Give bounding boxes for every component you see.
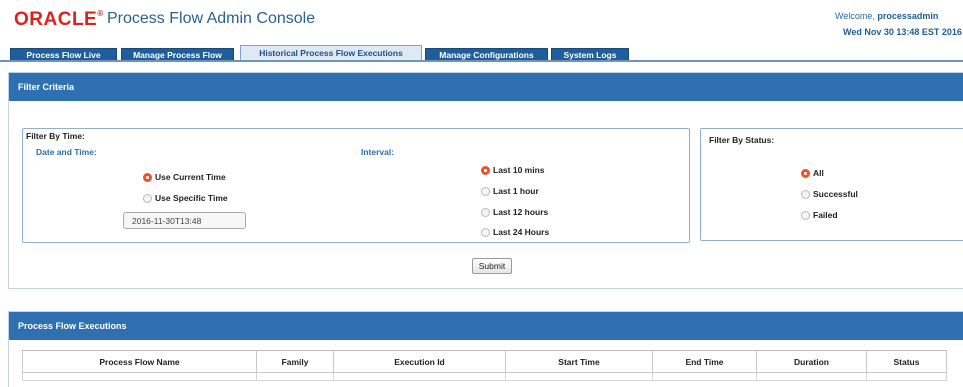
executions-table: Process Flow Name Family Execution Id St…: [22, 350, 947, 381]
interval-last-24-hours-radio[interactable]: Last 24 Hours: [481, 227, 549, 237]
welcome-prefix: Welcome,: [835, 11, 878, 21]
radio-unselected-icon[interactable]: [481, 207, 490, 217]
filter-by-status-group: Filter By Status: All Successful Failed: [700, 128, 963, 241]
interval-label: Interval:: [361, 147, 395, 157]
table-cell: [652, 372, 757, 381]
column-header-process-flow-name[interactable]: Process Flow Name: [22, 350, 257, 373]
app-title: Process Flow Admin Console: [107, 10, 316, 27]
status-successful-label: Successful: [813, 189, 858, 199]
radio-unselected-icon[interactable]: [143, 193, 152, 203]
table-cell: [866, 372, 947, 381]
column-header-execution-id[interactable]: Execution Id: [333, 350, 506, 373]
column-header-duration[interactable]: Duration: [756, 350, 867, 373]
filter-criteria-title: Filter Criteria: [9, 73, 963, 101]
specific-datetime-input[interactable]: [123, 212, 246, 229]
table-cell: [256, 372, 334, 381]
filter-criteria-panel: Filter Criteria Filter By Time: Date and…: [8, 72, 963, 289]
table-header-row: Process Flow Name Family Execution Id St…: [22, 350, 947, 373]
status-failed-label: Failed: [813, 210, 838, 220]
logo-registered-mark: ®: [97, 9, 104, 18]
submit-button[interactable]: Submit: [472, 258, 512, 274]
interval-last-24-hours-label: Last 24 Hours: [493, 227, 550, 237]
table-cell: [756, 372, 867, 381]
radio-selected-icon[interactable]: [481, 165, 490, 175]
radio-unselected-icon[interactable]: [481, 227, 490, 237]
date-time-label: Date and Time:: [36, 147, 97, 157]
interval-last-1-hour-label: Last 1 hour: [493, 186, 539, 196]
process-flow-executions-title: Process Flow Executions: [9, 312, 963, 340]
column-header-status[interactable]: Status: [866, 350, 947, 373]
column-header-family[interactable]: Family: [256, 350, 334, 373]
radio-selected-icon[interactable]: [801, 168, 810, 178]
status-all-radio[interactable]: All: [801, 168, 824, 178]
interval-last-12-hours-label: Last 12 hours: [493, 207, 549, 217]
status-all-label: All: [813, 168, 824, 178]
table-cell: [505, 372, 653, 381]
oracle-logo: ORACLE®: [14, 9, 104, 31]
interval-last-1-hour-radio[interactable]: Last 1 hour: [481, 186, 539, 196]
use-current-time-radio[interactable]: Use Current Time: [143, 172, 226, 182]
status-failed-radio[interactable]: Failed: [801, 210, 838, 220]
column-header-end-time[interactable]: End Time: [652, 350, 757, 373]
welcome-username[interactable]: processadmin: [877, 11, 938, 21]
radio-unselected-icon[interactable]: [481, 186, 490, 196]
table-row: [22, 372, 947, 381]
filter-by-time-legend: Filter By Time:: [26, 131, 85, 141]
main-tabs: Process Flow Live Manage Process Flow Hi…: [0, 44, 963, 61]
app-header: ORACLE® Process Flow Admin Console Welco…: [0, 0, 963, 46]
table-cell: [22, 372, 257, 381]
interval-last-10-mins-label: Last 10 mins: [493, 165, 545, 175]
filter-by-time-group: Filter By Time: Date and Time: Interval:…: [22, 128, 690, 243]
logo-text: ORACLE: [14, 9, 98, 30]
process-flow-executions-panel: Process Flow Executions Process Flow Nam…: [8, 311, 963, 387]
use-specific-time-label: Use Specific Time: [155, 193, 228, 203]
tab-underline: [0, 60, 963, 62]
table-cell: [333, 372, 506, 381]
interval-last-10-mins-radio[interactable]: Last 10 mins: [481, 165, 545, 175]
radio-selected-icon[interactable]: [143, 172, 152, 182]
use-specific-time-radio[interactable]: Use Specific Time: [143, 193, 228, 203]
column-header-start-time[interactable]: Start Time: [505, 350, 653, 373]
filter-by-status-legend: Filter By Status:: [709, 135, 775, 145]
welcome-message: Welcome, processadmin: [835, 11, 963, 21]
radio-unselected-icon[interactable]: [801, 189, 810, 199]
status-successful-radio[interactable]: Successful: [801, 189, 858, 199]
tab-historical-process-flow-executions[interactable]: Historical Process Flow Executions: [240, 45, 422, 61]
interval-last-12-hours-radio[interactable]: Last 12 hours: [481, 207, 548, 217]
current-datetime: Wed Nov 30 13:48 EST 2016: [843, 27, 962, 37]
use-current-time-label: Use Current Time: [155, 172, 226, 182]
radio-unselected-icon[interactable]: [801, 210, 810, 220]
